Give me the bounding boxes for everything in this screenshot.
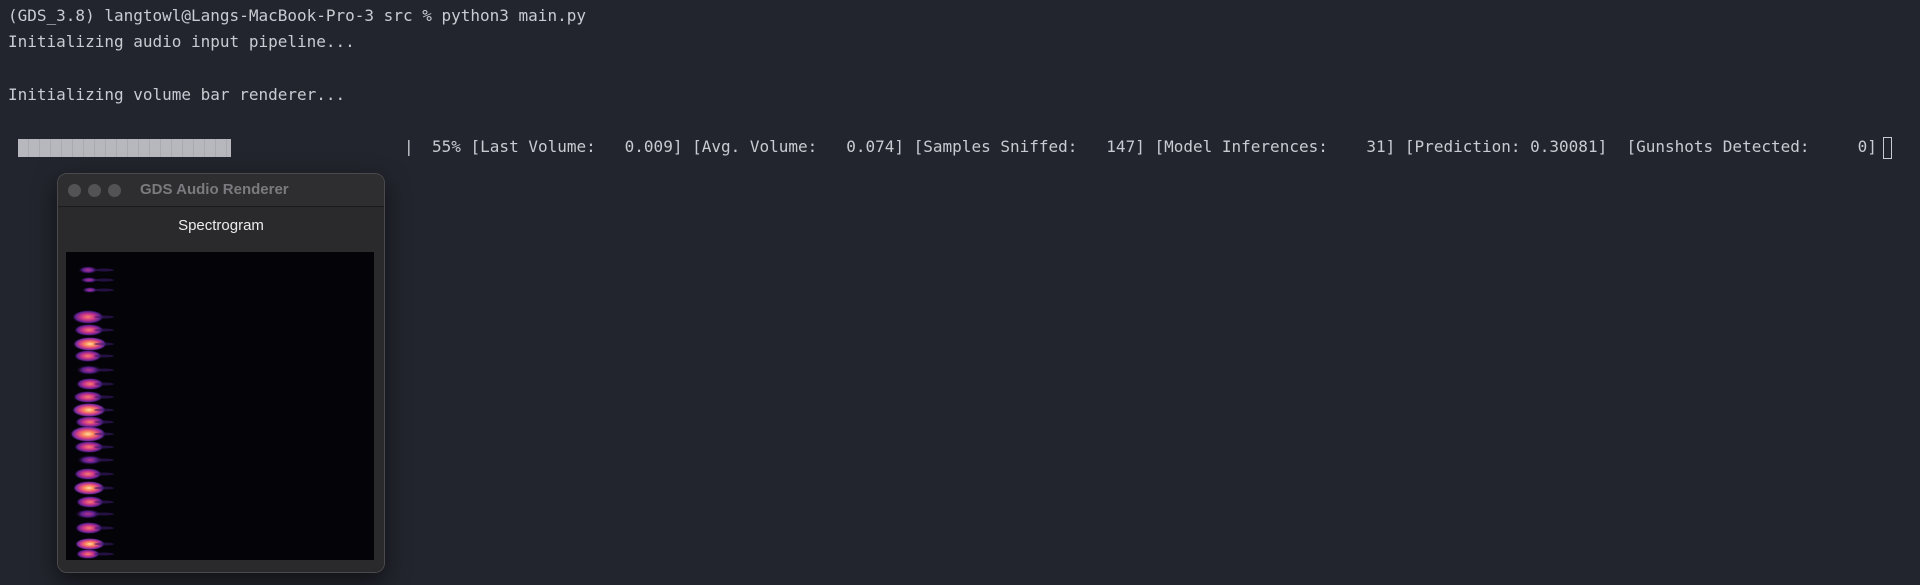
command-prompt-line: (GDS_3.8) langtowl@Langs-MacBook-Pro-3 s… xyxy=(8,6,586,25)
spectrogram-band-tail xyxy=(94,526,114,530)
spectrogram-band-tail xyxy=(94,288,114,292)
spectrogram-band-tail xyxy=(94,432,114,436)
spectrogram-band-tail xyxy=(94,500,114,504)
plot-title: Spectrogram xyxy=(178,217,264,234)
spectrogram-band-tail xyxy=(94,486,114,490)
spectrogram-plot xyxy=(66,252,374,560)
spectrogram-band-tail xyxy=(94,342,114,346)
spectrogram-image xyxy=(70,266,114,559)
window-content: Spectrogram xyxy=(58,207,384,572)
spectrogram-band-tail xyxy=(94,395,114,399)
window-titlebar[interactable]: GDS Audio Renderer xyxy=(58,174,384,207)
progress-stats: 55% [Last Volume: 0.009] [Avg. Volume: 0… xyxy=(432,137,1877,156)
maximize-button[interactable] xyxy=(108,184,121,197)
spectrogram-band-tail xyxy=(94,368,114,372)
close-button[interactable] xyxy=(68,184,81,197)
terminal-cursor xyxy=(1883,137,1892,159)
progress-right-edge: | xyxy=(404,137,414,156)
spectrogram-band-tail xyxy=(94,315,114,319)
spectrogram-band-tail xyxy=(94,552,114,556)
spectrogram-band-tail xyxy=(94,472,114,476)
progress-bar xyxy=(18,139,414,157)
spectrogram-band-tail xyxy=(94,354,114,358)
spectrogram-band-tail xyxy=(94,278,114,282)
spectrogram-band-tail xyxy=(94,408,114,412)
spectrogram-band-tail xyxy=(94,328,114,332)
window-title: GDS Audio Renderer xyxy=(140,181,289,198)
status-line-audio-pipeline: Initializing audio input pipeline... xyxy=(8,32,355,51)
spectrogram-band-tail xyxy=(94,445,114,449)
spectrogram-band-tail xyxy=(94,458,114,462)
spectrogram-band-tail xyxy=(94,382,114,386)
gds-audio-renderer-window[interactable]: GDS Audio Renderer Spectrogram xyxy=(57,173,385,573)
minimize-button[interactable] xyxy=(88,184,101,197)
spectrogram-band-tail xyxy=(94,420,114,424)
spectrogram-band-tail xyxy=(94,512,114,516)
spectrogram-band-tail xyxy=(94,268,114,272)
spectrogram-band-tail xyxy=(94,542,114,546)
status-line-volume-renderer: Initializing volume bar renderer... xyxy=(8,85,346,104)
progress-row: | | 55% [Last Volume: 0.009] [Avg. Volum… xyxy=(8,137,1898,159)
progress-bar-fill xyxy=(18,139,231,157)
